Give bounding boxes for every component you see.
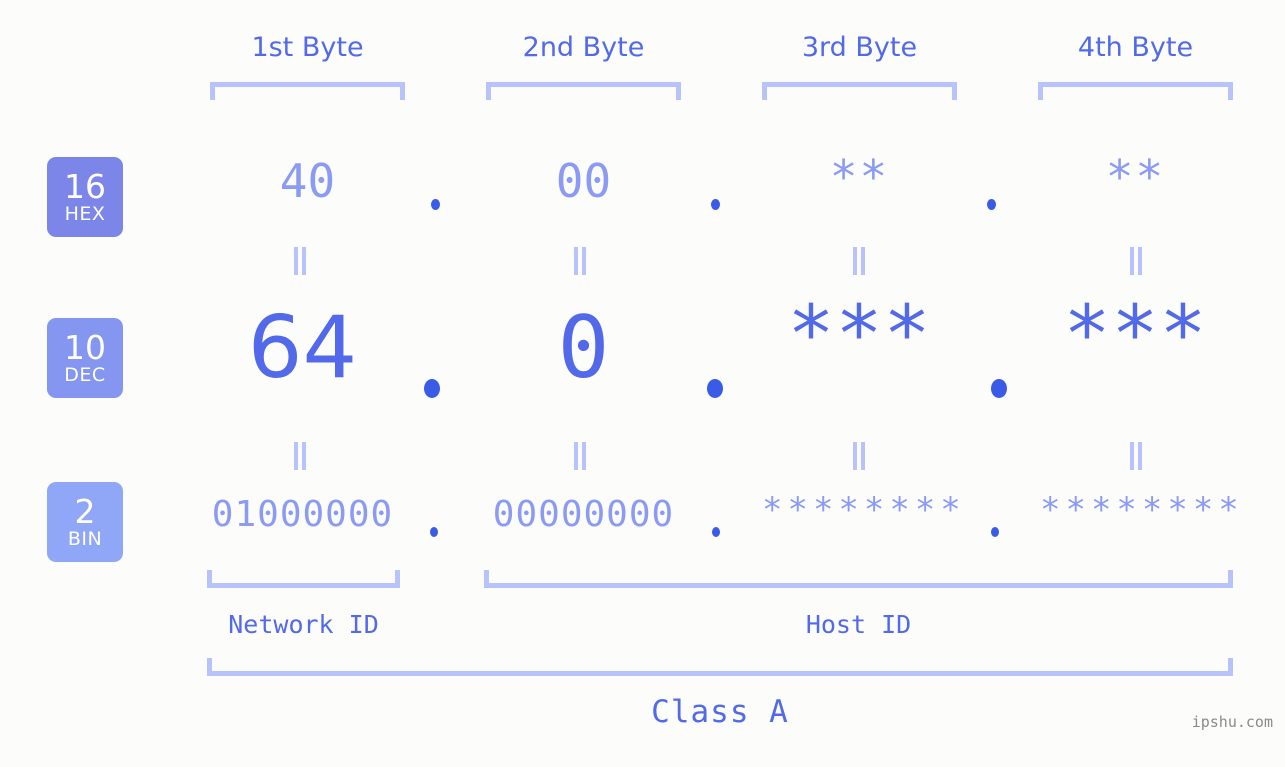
base-badge-bin: 2 BIN <box>47 482 123 562</box>
base-badge-hex: 16 HEX <box>47 157 123 237</box>
bin-byte-value-1: 01000000 <box>211 494 394 535</box>
byte-header-label-1: 1st Byte <box>251 32 364 63</box>
equality-mark-dec-bin-4 <box>1130 442 1144 470</box>
byte-header-label-3: 3rd Byte <box>801 32 918 63</box>
equality-mark-dec-bin-3 <box>853 442 867 470</box>
byte-bracket-4 <box>1038 82 1233 100</box>
base-badge-dec: 10 DEC <box>47 318 123 398</box>
equality-mark-hex-dec-4 <box>1130 247 1144 275</box>
bin-byte-value-3: ******** <box>762 490 966 530</box>
dec-byte-value-2: 0 <box>557 298 610 398</box>
ip-address-breakdown-diagram: 1st Byte 2nd Byte 3rd Byte 4th Byte 16 H… <box>0 0 1285 767</box>
bin-separator-dot-1 <box>430 527 438 537</box>
dec-separator-dot-1 <box>424 379 440 398</box>
hex-byte-value-3: ** <box>829 150 890 204</box>
base-badge-bin-number: 2 <box>74 492 96 531</box>
hex-separator-dot-3 <box>987 199 996 210</box>
host-id-label: Host ID <box>805 610 912 639</box>
base-badge-hex-name: HEX <box>64 203 106 225</box>
bin-separator-dot-3 <box>991 527 999 537</box>
hex-byte-value-1: 40 <box>279 154 336 208</box>
dec-separator-dot-2 <box>707 379 723 398</box>
network-id-bracket <box>207 570 400 588</box>
dec-byte-value-1: 64 <box>247 298 358 398</box>
byte-header-label-2: 2nd Byte <box>522 32 645 63</box>
bin-byte-value-4: ******** <box>1040 490 1244 530</box>
equality-mark-dec-bin-1 <box>294 442 308 470</box>
bin-byte-value-2: 00000000 <box>492 494 675 535</box>
byte-header-label-4: 4th Byte <box>1077 32 1194 63</box>
hex-separator-dot-2 <box>711 199 720 210</box>
class-bracket <box>207 658 1233 676</box>
byte-bracket-2 <box>486 82 681 100</box>
bin-separator-dot-2 <box>712 527 720 537</box>
network-id-label: Network ID <box>228 610 379 639</box>
equality-mark-hex-dec-3 <box>853 247 867 275</box>
base-badge-hex-number: 16 <box>64 167 106 206</box>
class-label: Class A <box>651 694 789 730</box>
hex-separator-dot-1 <box>431 199 440 210</box>
dec-separator-dot-3 <box>991 379 1007 398</box>
base-badge-bin-name: BIN <box>67 528 103 550</box>
byte-bracket-3 <box>762 82 957 100</box>
dec-byte-value-4: *** <box>1063 290 1208 380</box>
byte-bracket-1 <box>210 82 405 100</box>
equality-mark-hex-dec-1 <box>294 247 308 275</box>
hex-byte-value-2: 00 <box>555 154 612 208</box>
dec-byte-value-3: *** <box>787 290 932 380</box>
hex-byte-value-4: ** <box>1105 150 1166 204</box>
site-watermark: ipshu.com <box>1191 713 1273 731</box>
equality-mark-dec-bin-2 <box>574 442 588 470</box>
host-id-bracket <box>484 570 1233 588</box>
base-badge-dec-name: DEC <box>64 364 106 386</box>
equality-mark-hex-dec-2 <box>574 247 588 275</box>
base-badge-dec-number: 10 <box>64 328 106 367</box>
